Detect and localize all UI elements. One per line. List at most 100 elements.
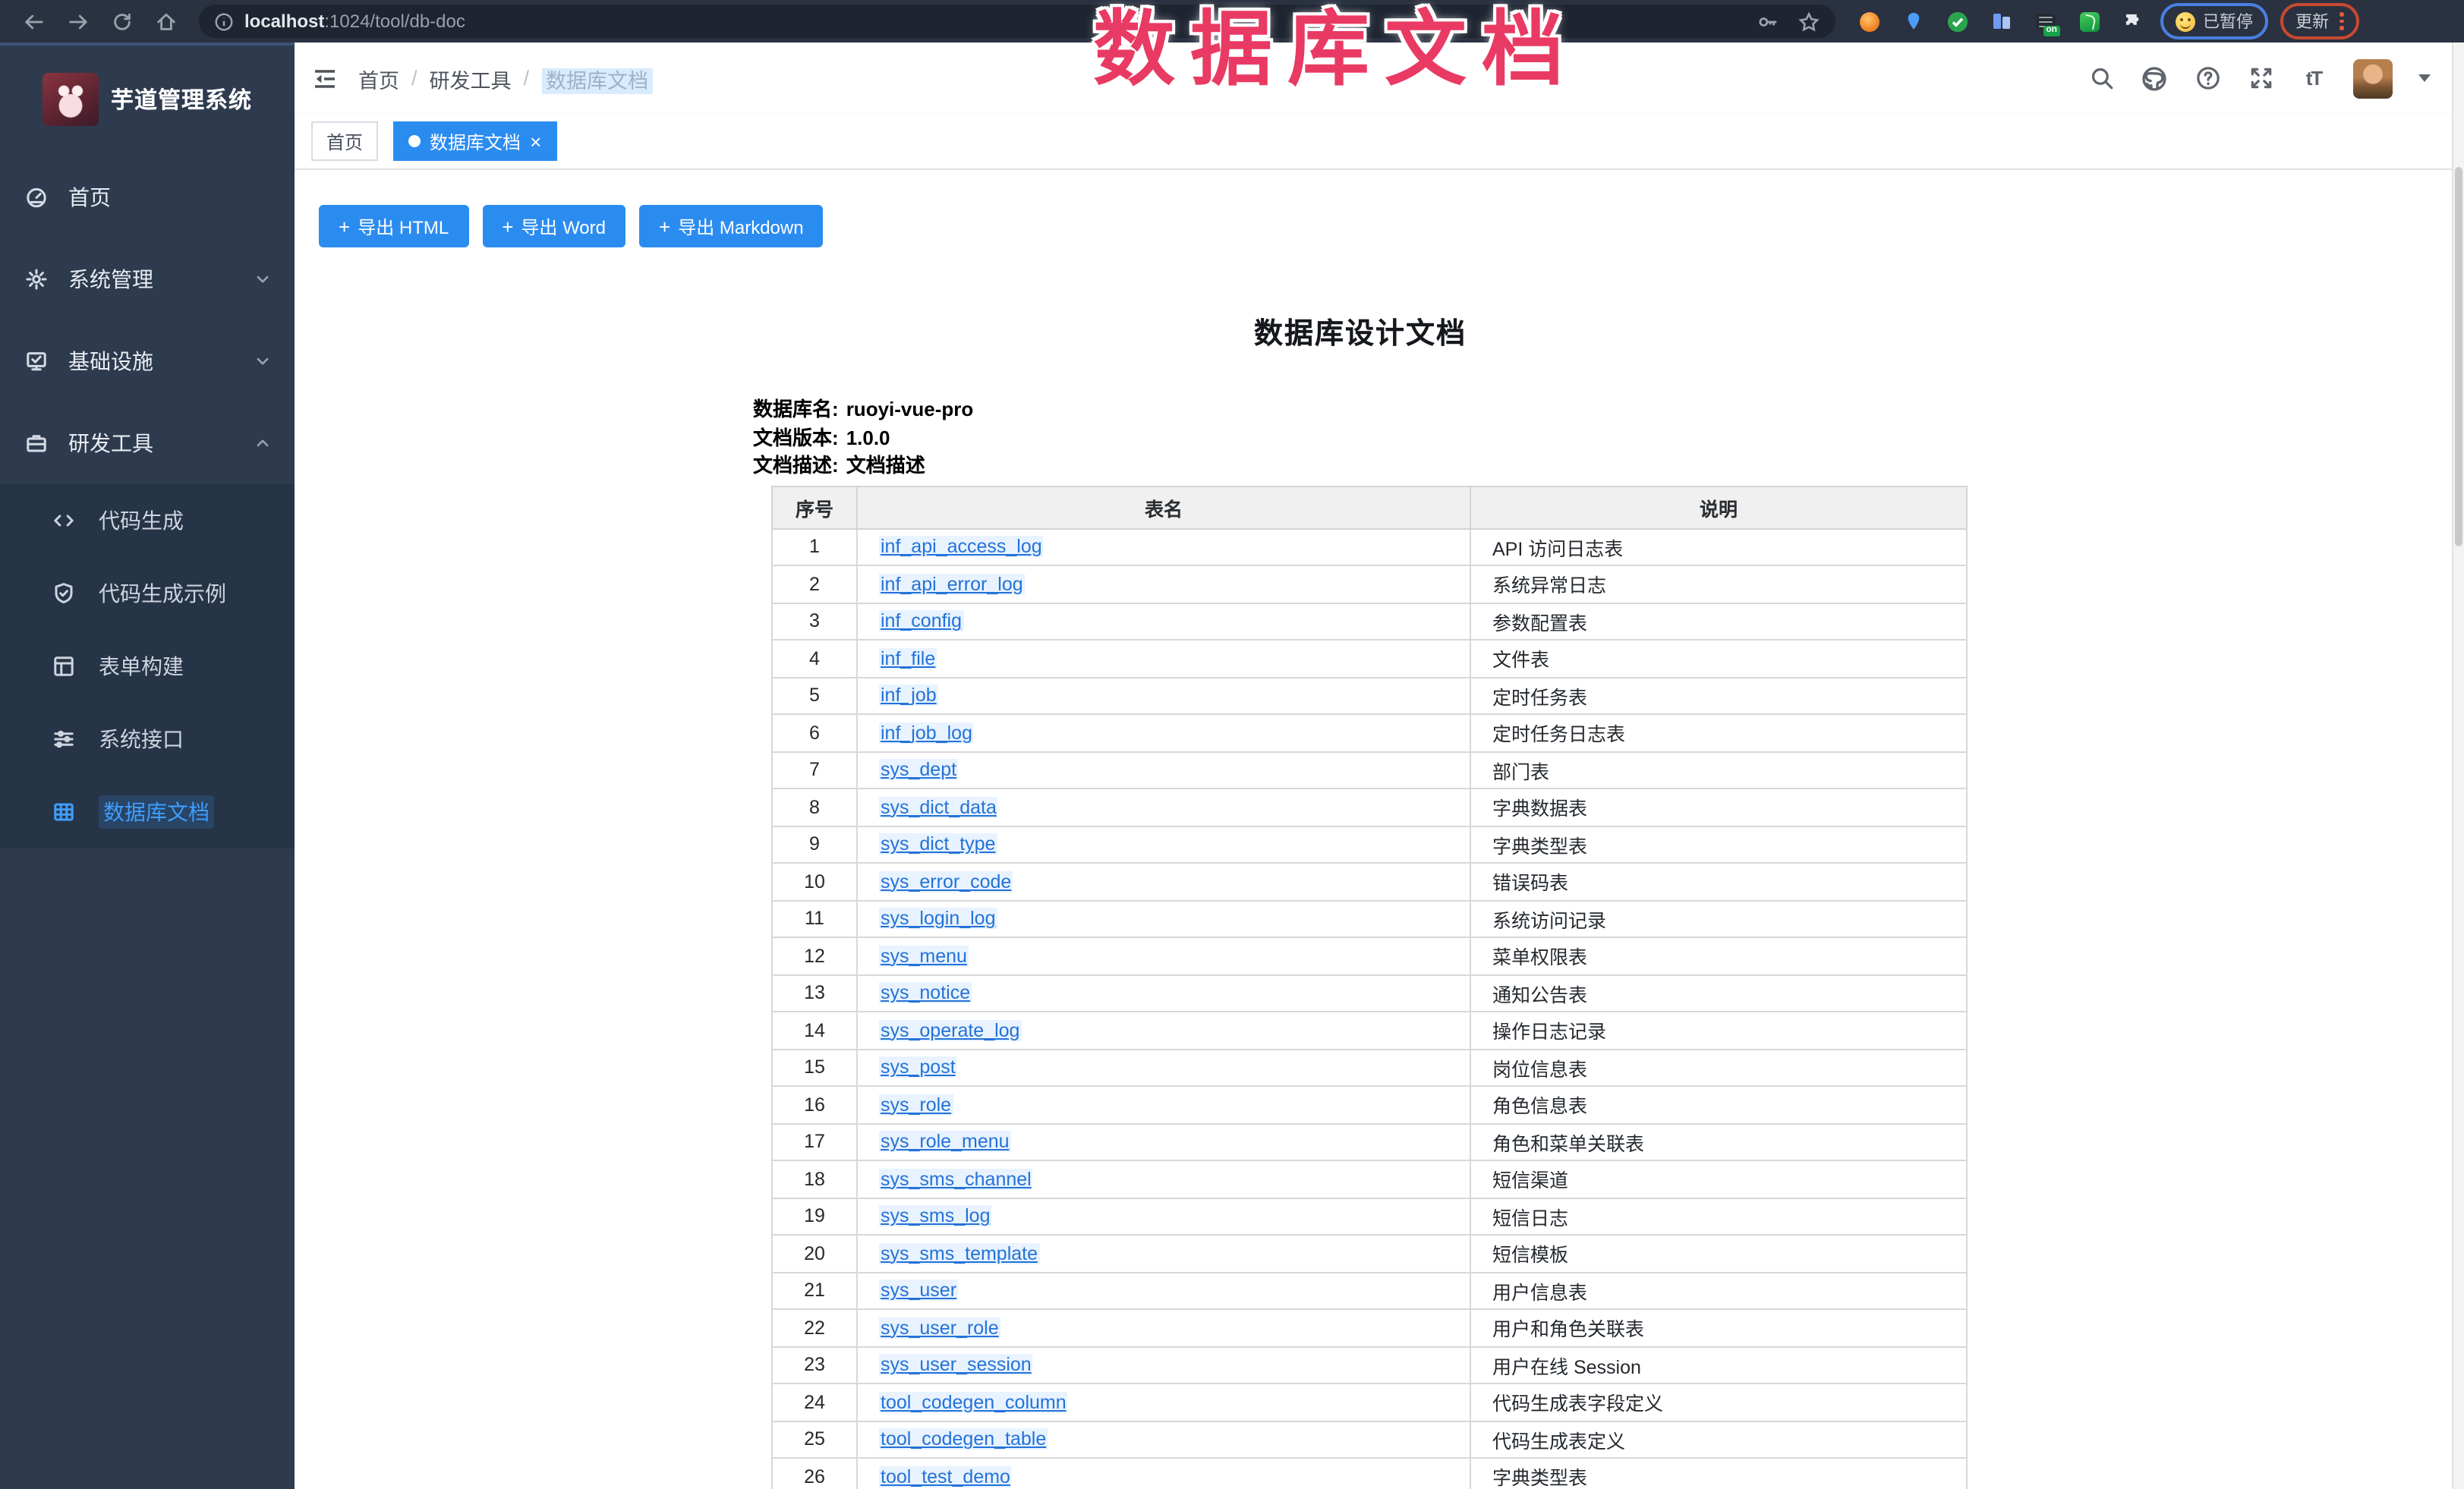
browser-update-button[interactable]: 更新 <box>2280 3 2358 39</box>
table-link[interactable]: sys_sms_log <box>879 1206 992 1227</box>
site-info-icon[interactable] <box>214 11 234 31</box>
table-link[interactable]: sys_operate_log <box>879 1020 1021 1041</box>
active-dot-icon <box>408 135 421 147</box>
sidebar-subitem-code-generation-demo[interactable]: 代码生成示例 <box>0 557 295 630</box>
table-link[interactable]: sys_error_code <box>879 871 1013 892</box>
sidebar-item-infrastructure[interactable]: 基础设施 <box>0 320 295 402</box>
table-row: 16 sys_role 角色信息表 <box>772 1086 1967 1123</box>
table-link[interactable]: sys_user_role <box>879 1317 1000 1339</box>
bookmark-star-icon[interactable] <box>1798 10 1820 33</box>
table-link[interactable]: tool_test_demo <box>879 1466 1012 1487</box>
ext-blue-icon[interactable] <box>1989 9 2013 33</box>
table-row: 8 sys_dict_data 字典数据表 <box>772 789 1967 826</box>
table-link[interactable]: sys_role <box>879 1094 953 1116</box>
table-row: 15 sys_post 岗位信息表 <box>772 1049 1967 1086</box>
table-row: 13 sys_notice 通知公告表 <box>772 974 1967 1012</box>
chevron-up-icon <box>252 433 273 454</box>
fullscreen-icon[interactable] <box>2247 65 2274 92</box>
sidebar-item-home[interactable]: 首页 <box>0 156 295 238</box>
form-icon <box>52 654 76 678</box>
key-icon[interactable] <box>1757 10 1779 33</box>
screen: localhost:1024/tool/db-doc on <box>0 0 2464 1489</box>
tag-home[interactable]: 首页 × <box>311 121 378 161</box>
sidebar-subitem-code-generation[interactable]: 代码生成 <box>0 484 295 557</box>
breadcrumb-item[interactable]: 数据库文档 <box>541 63 653 93</box>
sidebar-subitem-system-api[interactable]: 系统接口 <box>0 703 295 776</box>
reload-icon[interactable] <box>103 3 140 39</box>
forward-icon[interactable] <box>59 3 96 39</box>
ext-check-icon[interactable] <box>1945 9 1969 33</box>
chevron-down-icon[interactable] <box>2418 74 2431 82</box>
ext-orange-icon[interactable] <box>1857 9 1881 33</box>
chevron-down-icon <box>252 269 273 290</box>
sliders-icon <box>52 727 76 751</box>
plus-icon: + <box>659 215 670 238</box>
paused-extension-badge[interactable]: 已暂停 <box>2160 3 2268 39</box>
sidebar-subitem-db-doc[interactable]: 数据库文档 <box>0 776 295 848</box>
table-row: 22 sys_user_role 用户和角色关联表 <box>772 1309 1967 1346</box>
emoji-face-icon <box>2176 11 2195 31</box>
table-link[interactable]: sys_dict_data <box>879 797 998 818</box>
user-avatar[interactable] <box>2353 58 2393 98</box>
search-icon[interactable] <box>2087 65 2115 92</box>
table-row: 18 sys_sms_channel 短信渠道 <box>772 1160 1967 1198</box>
github-icon[interactable] <box>2141 65 2168 92</box>
table-row: 6 inf_job_log 定时任务日志表 <box>772 714 1967 751</box>
table-link[interactable]: sys_login_log <box>879 908 997 930</box>
breadcrumb-item[interactable]: 首页 <box>358 63 399 93</box>
tag-db-doc[interactable]: 数据库文档 × <box>393 121 556 161</box>
fontsize-icon[interactable]: tT <box>2300 65 2327 92</box>
sidebar-subitem-form-builder[interactable]: 表单构建 <box>0 630 295 703</box>
breadcrumb: 首页/ 研发工具/ 数据库文档/ <box>358 63 653 93</box>
app-logo <box>43 73 99 126</box>
code-icon <box>52 508 76 533</box>
header-actions: tT <box>2087 58 2431 98</box>
table-link[interactable]: sys_dept <box>879 760 958 781</box>
ext-on-icon[interactable]: on <box>2033 9 2057 33</box>
table-link[interactable]: sys_user_session <box>879 1355 1033 1376</box>
table-row: 23 sys_user_session 用户在线 Session <box>772 1346 1967 1384</box>
table-link[interactable]: inf_api_error_log <box>879 574 1025 595</box>
table-row: 4 inf_file 文件表 <box>772 640 1967 677</box>
export-html-button[interactable]: + 导出 HTML <box>319 205 468 247</box>
extensions-puzzle-icon[interactable] <box>2121 9 2145 33</box>
table-link[interactable]: sys_dict_type <box>879 834 997 855</box>
table-link[interactable]: inf_job_log <box>879 722 974 744</box>
db-info-line: 文档描述:文档描述 <box>753 452 1968 480</box>
table-row: 20 sys_sms_template 短信模板 <box>772 1235 1967 1272</box>
sidebar-item-dev-tools[interactable]: 研发工具 <box>0 402 295 484</box>
sidebar-item-system-management[interactable]: 系统管理 <box>0 238 295 320</box>
table-link[interactable]: inf_api_access_log <box>879 537 1044 558</box>
home-icon[interactable] <box>147 3 184 39</box>
tags-view-bar: 首页 × 数据库文档 × <box>295 114 2464 170</box>
scrollbar-thumb[interactable] <box>2455 167 2462 546</box>
table-link[interactable]: sys_role_menu <box>879 1132 1011 1153</box>
chevron-down-icon <box>252 351 273 372</box>
breadcrumb-item[interactable]: 研发工具 <box>430 63 512 93</box>
document-title: 数据库设计文档 <box>753 311 1968 352</box>
db-info-block: 数据库名:ruoyi-vue-pro 文档版本:1.0.0 文档描述:文档描述 <box>753 396 1968 480</box>
table-link[interactable]: sys_menu <box>879 946 969 967</box>
close-icon[interactable]: × <box>530 131 541 151</box>
table-link[interactable]: sys_notice <box>879 983 972 1004</box>
help-icon[interactable] <box>2194 65 2221 92</box>
ext-green-icon[interactable] <box>2077 9 2101 33</box>
export-word-button[interactable]: + 导出 Word <box>482 205 625 247</box>
table-link[interactable]: sys_sms_template <box>879 1243 1039 1264</box>
table-link[interactable]: inf_config <box>879 611 963 632</box>
ext-pin-icon[interactable] <box>1901 9 1925 33</box>
table-link[interactable]: inf_file <box>879 648 937 669</box>
table-link[interactable]: tool_codegen_column <box>879 1392 1068 1413</box>
app-logo-row[interactable]: 芋道管理系统 <box>0 42 295 156</box>
table-link[interactable]: tool_codegen_table <box>879 1429 1048 1450</box>
table-link[interactable]: sys_post <box>879 1057 957 1078</box>
sidebar-menu: 首页 系统管理 基础设施 研发工具 <box>0 156 295 484</box>
url-bar[interactable]: localhost:1024/tool/db-doc <box>199 5 1835 38</box>
table-link[interactable]: inf_job <box>879 685 938 707</box>
table-link[interactable]: sys_user <box>879 1280 958 1302</box>
back-icon[interactable] <box>15 3 52 39</box>
page-scrollbar[interactable] <box>2452 42 2464 1489</box>
sidebar-fold-icon[interactable] <box>310 63 340 93</box>
browser-menu-icon[interactable] <box>2340 13 2343 30</box>
table-link[interactable]: sys_sms_channel <box>879 1169 1033 1190</box>
